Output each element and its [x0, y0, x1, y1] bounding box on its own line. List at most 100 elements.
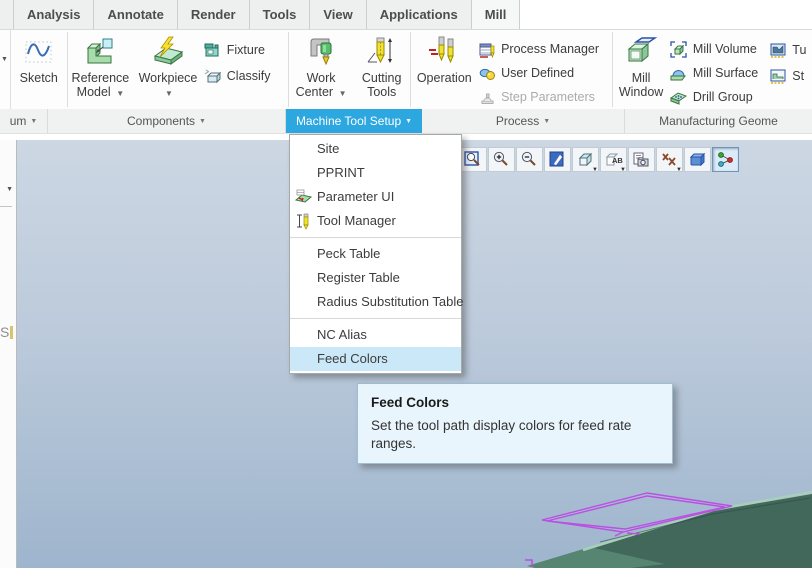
menu-item-parameter-ui[interactable]: Parameter UI: [290, 185, 461, 209]
view-manager-button[interactable]: [684, 147, 711, 172]
zoom-out-button[interactable]: [516, 147, 543, 172]
menu-item-register-table[interactable]: Register Table: [290, 266, 461, 290]
group-process[interactable]: Process ▼: [422, 109, 625, 133]
tab-applications[interactable]: Applications: [366, 0, 472, 29]
zoom-in-icon: [493, 151, 508, 166]
zoom-region-icon: [464, 150, 480, 166]
user-defined-icon: [477, 65, 497, 82]
step-parameters-label: Step Parameters: [501, 90, 595, 104]
mfg-geometry-column: Mill Volume Mill Surface Drill Group: [669, 30, 768, 109]
dropdown-arrow-icon: ▼: [338, 89, 347, 99]
dropdown-arrow-icon: ▼: [676, 167, 682, 173]
work-center-label: Work Center ▼: [295, 71, 347, 100]
drill-group-label: Drill Group: [692, 90, 753, 104]
workpiece-model[interactable]: [480, 470, 812, 568]
step-clipped-label: St: [792, 69, 805, 83]
operation-button[interactable]: Operation: [411, 30, 477, 109]
menu-item-tool-manager[interactable]: Tool Manager: [290, 209, 461, 233]
reference-model-label: Reference Model ▼: [71, 71, 130, 100]
operation-label: Operation: [416, 71, 472, 85]
turn-clipped-button[interactable]: Tu: [768, 37, 812, 63]
drill-group-icon: [669, 89, 689, 106]
ribbon-tab-bar: Analysis Annotate Render Tools View Appl…: [0, 0, 812, 30]
tab-tools[interactable]: Tools: [249, 0, 311, 29]
dropdown-arrow-icon: ▼: [620, 167, 626, 173]
zoom-in-button[interactable]: [488, 147, 515, 172]
group-manufacturing-geometry[interactable]: Manufacturing Geome: [625, 109, 812, 133]
work-center-icon: [304, 34, 338, 70]
spin-center-icon: [718, 151, 733, 167]
turn-profile-icon: [768, 42, 788, 59]
menu-item-peck-table[interactable]: Peck Table: [290, 242, 461, 266]
group-machine-tool-setup[interactable]: Machine Tool Setup ▼: [286, 109, 422, 133]
work-center-button[interactable]: Work Center ▼: [289, 30, 353, 109]
tab-annotate[interactable]: Annotate: [94, 0, 178, 29]
tab-bar-filler: [520, 0, 812, 29]
clipped-icon: [10, 326, 13, 339]
dropdown-arrow-icon: ▼: [405, 117, 413, 125]
tab-view[interactable]: View: [310, 0, 367, 29]
dropdown-arrow-icon: ▼: [199, 117, 206, 125]
fixture-button[interactable]: Fixture: [203, 37, 288, 63]
workpiece-label: Workpiece ▼: [138, 71, 198, 99]
mill-volume-button[interactable]: Mill Volume: [669, 37, 768, 61]
menu-separator: [290, 237, 461, 238]
menu-item-pprint[interactable]: PPRINT: [290, 161, 461, 185]
classify-button[interactable]: Classify: [203, 63, 288, 89]
datum-display-button[interactable]: ▼: [656, 147, 683, 173]
tab-render[interactable]: Render: [177, 0, 250, 29]
menu-item-site[interactable]: Site: [290, 137, 461, 161]
reference-model-button[interactable]: Reference Model ▼: [68, 30, 134, 109]
annotation-display-button[interactable]: AB ▼: [600, 147, 627, 173]
saved-view-list-button[interactable]: [628, 147, 655, 172]
menu-separator: [290, 318, 461, 319]
menu-item-radius-substitution-table[interactable]: Radius Substitution Table: [290, 290, 463, 314]
process-manager-button[interactable]: Process Manager: [477, 37, 612, 61]
workpiece-button[interactable]: Workpiece ▼: [133, 30, 203, 109]
mill-window-label: Mill Window: [618, 71, 664, 100]
dropdown-arrow-icon: ▼: [165, 89, 173, 99]
datum-display-icon: [662, 152, 676, 166]
cutting-tools-button[interactable]: Cutting Tools: [353, 30, 411, 109]
process-manager-icon: [477, 41, 497, 58]
drill-group-button[interactable]: Drill Group: [669, 85, 768, 109]
process-manager-label: Process Manager: [501, 42, 600, 56]
fixture-icon: [203, 42, 223, 59]
group-datum[interactable]: um ▼: [0, 109, 48, 133]
cutting-tools-label: Cutting Tools: [361, 71, 402, 100]
tab-mill[interactable]: Mill: [471, 0, 521, 29]
zoom-out-icon: [521, 151, 536, 166]
display-style-icon: [578, 152, 593, 166]
operation-icon: [427, 34, 461, 70]
classify-label: Classify: [226, 69, 271, 83]
fixture-label: Fixture: [226, 43, 265, 57]
tool-manager-icon: [294, 212, 312, 238]
display-style-button[interactable]: ▼: [572, 147, 599, 173]
sketch-icon: [24, 34, 54, 70]
user-defined-button[interactable]: User Defined: [477, 61, 612, 85]
step-clipped-button[interactable]: St: [768, 63, 812, 89]
mill-surface-button[interactable]: Mill Surface: [669, 61, 768, 85]
collapsed-panel-strip[interactable]: ▼ S: [0, 140, 17, 568]
group-components[interactable]: Components ▼: [48, 109, 286, 133]
step-parameters-button[interactable]: Step Parameters: [477, 85, 612, 109]
clipped-button[interactable]: ▼: [0, 30, 11, 109]
repaint-button[interactable]: [544, 147, 571, 172]
user-defined-label: User Defined: [501, 66, 575, 80]
clipped-right-column: Tu St: [768, 30, 812, 109]
viewport-toolbar: ▼ AB ▼ ▼: [460, 147, 740, 173]
svg-text:AB: AB: [612, 156, 623, 165]
dropdown-arrow-icon: ▼: [592, 167, 598, 173]
mill-window-button[interactable]: Mill Window: [613, 30, 669, 109]
menu-item-nc-alias[interactable]: NC Alias: [290, 323, 461, 347]
mill-surface-label: Mill Surface: [692, 66, 759, 80]
clipped-tab[interactable]: [0, 0, 14, 29]
sketch-label: Sketch: [19, 71, 58, 85]
panel-divider: [0, 206, 12, 207]
tab-analysis[interactable]: Analysis: [14, 0, 95, 29]
sketch-button[interactable]: Sketch: [11, 30, 67, 109]
fixture-classify-column: Fixture Classify: [203, 30, 288, 109]
spin-center-button[interactable]: [712, 147, 739, 172]
menu-item-feed-colors[interactable]: Feed Colors: [290, 347, 461, 371]
zoom-region-button[interactable]: [460, 147, 487, 172]
